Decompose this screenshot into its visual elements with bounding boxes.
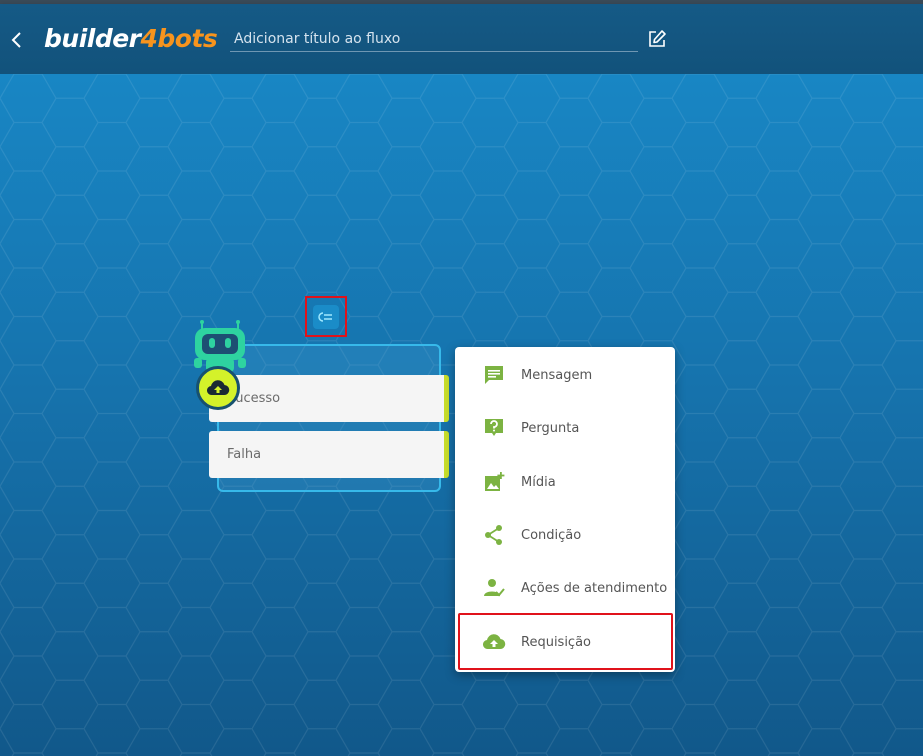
menu-item-label: Mensagem (521, 367, 593, 383)
menu-item-condicao[interactable]: Condição (455, 513, 675, 557)
output-success[interactable]: Sucesso (209, 375, 449, 422)
cloud-upload-icon (196, 366, 240, 410)
flow-title-input[interactable] (230, 26, 638, 52)
app-logo: builder4bots (44, 24, 218, 53)
message-icon (482, 363, 506, 387)
menu-item-label: Pergunta (521, 420, 580, 436)
pencil-icon[interactable] (647, 29, 667, 49)
chevron-left-icon[interactable] (6, 26, 26, 54)
user-check-icon (482, 576, 506, 600)
question-icon (482, 416, 506, 440)
menu-item-acoes-atendimento[interactable]: Ações de atendimento (455, 566, 675, 610)
add-node-menu: Mensagem Pergunta Mídia Condição Ações d… (455, 347, 675, 672)
output-failure[interactable]: Falha (209, 431, 449, 478)
menu-item-mensagem[interactable]: Mensagem (455, 353, 675, 397)
menu-item-label: Ações de atendimento (521, 580, 668, 596)
menu-item-label: Mídia (521, 474, 556, 490)
menu-item-requisicao[interactable]: Requisição (455, 620, 675, 664)
share-icon (482, 523, 506, 547)
output-label: Falha (227, 447, 262, 462)
menu-item-midia[interactable]: Mídia (455, 460, 675, 504)
app-header: builder4bots (0, 4, 923, 74)
node-handle-highlighted (305, 296, 347, 337)
add-image-icon (482, 470, 506, 494)
menu-item-label: Condição (521, 527, 582, 543)
menu-item-label: Requisição (521, 634, 592, 650)
cloud-upload-icon (482, 630, 506, 654)
node-type-icon[interactable] (313, 304, 339, 329)
menu-item-pergunta[interactable]: Pergunta (455, 406, 675, 450)
